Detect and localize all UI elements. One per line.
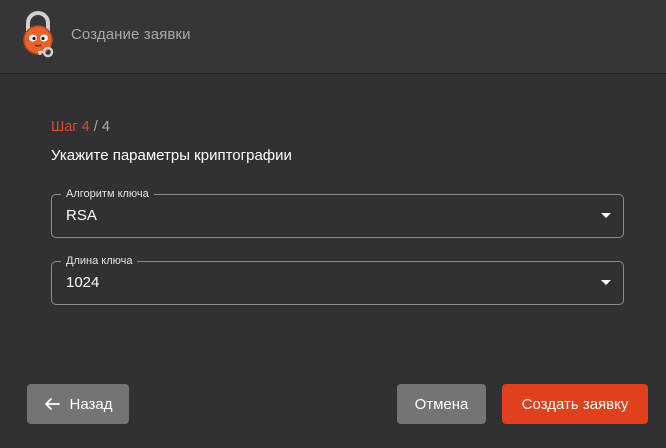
key-length-select[interactable]: Длина ключа 1024 [51, 254, 624, 305]
app-header: Создание заявки [0, 0, 666, 74]
dropdown-arrow-icon[interactable] [601, 280, 611, 285]
back-button[interactable]: Назад [27, 384, 129, 424]
page-heading: Укажите параметры криптографии [51, 147, 292, 164]
key-algorithm-label: Алгоритм ключа [61, 187, 154, 201]
step-indicator: Шаг 4 / 4 [51, 119, 110, 135]
key-length-label: Длина ключа [61, 254, 138, 268]
back-button-label: Назад [69, 395, 113, 413]
create-request-button[interactable]: Создать заявку [502, 384, 648, 424]
cancel-button-label: Отмена [414, 395, 469, 413]
dropdown-arrow-icon[interactable] [601, 213, 611, 218]
lock-cat-logo-icon [23, 11, 54, 58]
cancel-button[interactable]: Отмена [397, 384, 486, 424]
key-algorithm-value: RSA [66, 207, 97, 224]
create-request-button-label: Создать заявку [521, 395, 629, 413]
step-total: / 4 [89, 119, 110, 135]
step-current: Шаг 4 [51, 119, 90, 135]
key-length-value: 1024 [66, 274, 100, 291]
key-algorithm-select[interactable]: Алгоритм ключа RSA [51, 187, 624, 238]
arrow-left-icon [44, 398, 60, 410]
app-title: Создание заявки [71, 26, 191, 43]
